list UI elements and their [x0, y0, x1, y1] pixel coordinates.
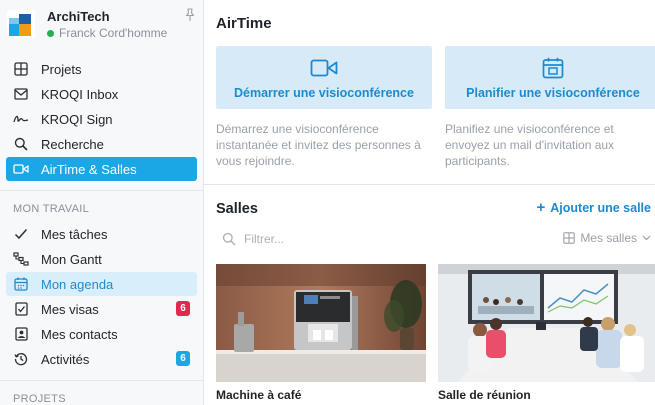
grid-icon: [13, 61, 29, 77]
online-status-icon: [47, 29, 54, 37]
nav-label: Activités: [41, 351, 90, 367]
history-icon: [13, 351, 29, 367]
nav-label: Mon agenda: [41, 276, 114, 292]
nav-label: Mon Gantt: [41, 251, 102, 267]
rooms-filter-input[interactable]: Filtrer...: [222, 229, 422, 249]
workspace-name: ArchiTech: [47, 9, 110, 24]
nav-recherche[interactable]: Recherche: [6, 132, 197, 156]
section-title-projets: PROJETS: [13, 393, 66, 405]
nav-label: Mes contacts: [41, 326, 118, 342]
nav-mes-visas[interactable]: Mes visas 6: [6, 297, 197, 321]
sidebar: ArchiTech Franck Cord'homme Projets KROQ…: [0, 0, 204, 405]
gantt-icon: [13, 251, 29, 267]
section-divider: [204, 184, 655, 185]
nav-kroqi-sign[interactable]: KROQI Sign: [6, 107, 197, 131]
rooms-section-title: Salles: [216, 201, 258, 217]
contact-icon: [13, 326, 29, 342]
video-camera-icon: [13, 161, 29, 177]
add-room-label: Ajouter une salle: [550, 201, 651, 215]
nav-label: KROQI Inbox: [41, 86, 119, 102]
room-card-salle-de-reunion[interactable]: Salle de réunion: [438, 264, 655, 405]
nav-activites[interactable]: Activités 6: [6, 347, 197, 371]
plan-videoconference-label: Planifier une visioconférence: [466, 86, 640, 100]
chevron-down-icon: [642, 233, 651, 244]
grid-icon: [563, 232, 576, 244]
pin-icon[interactable]: [183, 8, 197, 22]
filter-placeholder: Filtrer...: [244, 232, 285, 246]
my-rooms-label: Mes salles: [580, 231, 637, 245]
my-rooms-dropdown[interactable]: Mes salles: [563, 231, 651, 245]
nav-mon-gantt[interactable]: Mon Gantt: [6, 247, 197, 271]
main-content: AirTime Démarrer une visioconférence Pla…: [204, 0, 655, 405]
mail-icon: [13, 86, 29, 102]
plan-videoconference-card[interactable]: Planifier une visioconférence: [445, 46, 655, 109]
nav-projets[interactable]: Projets: [6, 57, 197, 81]
room-image: [438, 264, 655, 382]
activites-count-badge: 6: [176, 351, 190, 366]
nav-label: Mes visas: [41, 301, 99, 317]
plus-icon: +: [536, 199, 546, 216]
nav-label: Projets: [41, 61, 82, 77]
nav-mes-taches[interactable]: Mes tâches: [6, 222, 197, 246]
calendar-icon: [13, 276, 29, 292]
room-image: [216, 264, 426, 382]
sidebar-divider: [0, 190, 203, 191]
page-title: AirTime: [216, 15, 272, 32]
nav-kroqi-inbox[interactable]: KROQI Inbox: [6, 82, 197, 106]
current-user: Franck Cord'homme: [47, 26, 167, 40]
start-videoconference-description: Démarrez une visioconférence instantanée…: [216, 122, 421, 168]
room-name: Salle de réunion: [438, 388, 531, 402]
nav-mon-agenda[interactable]: Mon agenda: [6, 272, 197, 296]
nav-mes-contacts[interactable]: Mes contacts: [6, 322, 197, 346]
user-name: Franck Cord'homme: [59, 26, 168, 40]
nav-label: Mes tâches: [41, 226, 108, 242]
plan-videoconference-description: Planifiez une visioconférence et envoyez…: [445, 122, 615, 168]
workspace-header[interactable]: ArchiTech Franck Cord'homme: [7, 8, 197, 42]
room-card-machine-a-cafe[interactable]: Machine à café: [216, 264, 426, 405]
signature-icon: [13, 111, 29, 127]
add-room-button[interactable]: + Ajouter une salle: [536, 199, 652, 216]
architech-logo: [7, 10, 35, 38]
check-icon: [13, 226, 29, 242]
nav-label: KROQI Sign: [41, 111, 113, 127]
video-camera-icon: [310, 57, 338, 79]
calendar-icon: [539, 57, 567, 79]
start-videoconference-label: Démarrer une visioconférence: [234, 86, 414, 100]
room-name: Machine à café: [216, 388, 302, 402]
section-title-mon-travail: MON TRAVAIL: [13, 203, 90, 215]
visa-icon: [13, 301, 29, 317]
nav-label: Recherche: [41, 136, 104, 152]
nav-airtime-salles[interactable]: AirTime & Salles: [6, 157, 197, 181]
nav-label: AirTime & Salles: [41, 161, 137, 177]
sidebar-divider: [0, 380, 203, 381]
start-videoconference-card[interactable]: Démarrer une visioconférence: [216, 46, 432, 109]
search-icon: [13, 136, 29, 152]
visas-count-badge: 6: [176, 301, 190, 316]
search-icon: [222, 232, 236, 246]
